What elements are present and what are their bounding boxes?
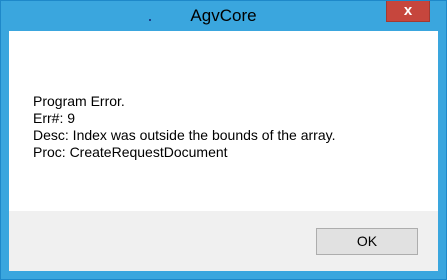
message-box-window: AgvCore x Program Error. Err#: 9 Desc: Ind… — [0, 0, 447, 280]
message-line: Desc: Index was outside the bounds of th… — [33, 127, 336, 143]
error-message: Program Error. Err#: 9 Desc: Index was out… — [33, 93, 335, 161]
window-title: AgvCore — [190, 6, 257, 25]
message-line: Proc: CreateRequestDocument — [33, 144, 228, 160]
close-button[interactable]: x — [386, 1, 430, 22]
message-line: Program Error. — [33, 93, 125, 109]
dialog-content: Program Error. Err#: 9 Desc: Index was out… — [9, 31, 438, 271]
ok-button[interactable]: OK — [316, 228, 418, 255]
title-bar[interactable]: AgvCore x — [1, 1, 446, 31]
message-line: Err#: 9 — [33, 110, 76, 126]
